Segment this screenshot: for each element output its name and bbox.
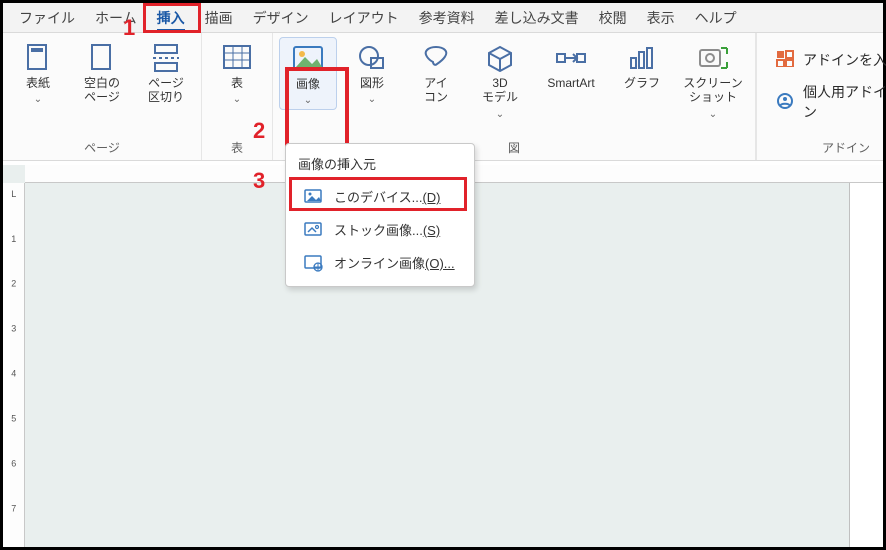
- pictures-icon: [291, 44, 325, 74]
- my-addins-label: 個人用アドイン: [803, 82, 886, 122]
- group-addins: アドインを入手 個人用アドイン ⌄ アドイン: [756, 33, 886, 160]
- cover-page-button[interactable]: 表紙 ⌄: [9, 37, 67, 108]
- tab-home[interactable]: ホーム: [85, 2, 147, 32]
- chevron-down-icon: ⌄: [304, 95, 312, 107]
- tab-mailings[interactable]: 差し込み文書: [485, 2, 589, 32]
- table-label: 表: [231, 76, 243, 90]
- group-illustrations: 画像 ⌄ 図形 ⌄ アイ コン 3D モデル: [273, 33, 756, 160]
- chart-icon: [625, 43, 659, 73]
- 3dmodel-label: 3D モデル: [482, 76, 518, 105]
- chart-label: グラフ: [624, 76, 660, 90]
- shapes-icon: [355, 43, 389, 73]
- page-break-button[interactable]: ページ 区切り: [137, 37, 195, 107]
- page-break-label: ページ 区切り: [148, 76, 184, 105]
- page-break-icon: [149, 43, 183, 73]
- smartart-button[interactable]: SmartArt: [535, 37, 607, 92]
- chevron-down-icon: ⌄: [496, 109, 504, 121]
- group-tables: 表 ⌄ 表: [202, 33, 273, 160]
- document-page[interactable]: [849, 183, 883, 547]
- online-image-icon: [304, 254, 324, 272]
- store-icon: [775, 49, 795, 70]
- icons-label: アイ コン: [424, 76, 448, 105]
- pictures-label: 画像: [296, 77, 320, 91]
- group-pages-label: ページ: [84, 137, 120, 158]
- blank-page-button[interactable]: 空白の ページ: [73, 37, 131, 107]
- insert-online-image-label: オンライン画像(O)...: [334, 253, 455, 272]
- icons-button[interactable]: アイ コン: [407, 37, 465, 107]
- tab-help[interactable]: ヘルプ: [685, 2, 747, 32]
- chevron-down-icon: ⌄: [233, 94, 241, 106]
- icons-icon: [419, 43, 453, 73]
- get-addins-label: アドインを入手: [803, 50, 886, 70]
- ribbon: 表紙 ⌄ 空白の ページ ページ 区切り ページ: [3, 33, 883, 161]
- personal-addin-icon: [775, 92, 795, 113]
- table-button[interactable]: 表 ⌄: [208, 37, 266, 108]
- tab-layout[interactable]: レイアウト: [319, 2, 409, 32]
- blank-page-label: 空白の ページ: [84, 76, 120, 105]
- shapes-label: 図形: [360, 76, 384, 90]
- tab-file[interactable]: ファイル: [9, 2, 85, 32]
- group-addins-label: アドイン: [822, 137, 870, 158]
- table-icon: [220, 43, 254, 73]
- get-addins-button[interactable]: アドインを入手: [771, 43, 886, 76]
- tab-design[interactable]: デザイン: [243, 2, 319, 32]
- chevron-down-icon: ⌄: [368, 94, 376, 106]
- group-pages: 表紙 ⌄ 空白の ページ ページ 区切り ページ: [3, 33, 202, 160]
- shapes-button[interactable]: 図形 ⌄: [343, 37, 401, 108]
- pictures-button[interactable]: 画像 ⌄: [279, 37, 337, 110]
- screenshot-label: スクリーン ショット: [683, 76, 742, 105]
- blank-page-icon: [85, 43, 119, 73]
- tab-view[interactable]: 表示: [637, 2, 685, 32]
- screenshot-button[interactable]: スクリーン ショット ⌄: [677, 37, 749, 123]
- insert-from-device[interactable]: このデバイス...(D): [292, 181, 468, 212]
- tab-strip: ファイル ホーム 挿入 描画 デザイン レイアウト 参考資料 差し込み文書 校閲…: [3, 3, 883, 33]
- cover-page-label: 表紙: [26, 76, 50, 90]
- chevron-down-icon: ⌄: [709, 109, 717, 121]
- chart-button[interactable]: グラフ: [613, 37, 671, 92]
- insert-stock-image[interactable]: ストック画像...(S): [292, 214, 468, 245]
- cover-page-icon: [21, 43, 55, 73]
- insert-stock-image-label: ストック画像...(S): [334, 220, 440, 239]
- my-addins-button[interactable]: 個人用アドイン ⌄: [771, 76, 886, 128]
- smartart-icon: [554, 43, 588, 73]
- tab-review[interactable]: 校閲: [589, 2, 637, 32]
- tab-insert[interactable]: 挿入: [147, 2, 195, 32]
- pictures-dropdown-header: 画像の挿入元: [286, 148, 474, 179]
- stock-image-icon: [304, 221, 324, 239]
- group-illustrations-label: 図: [508, 137, 520, 158]
- chevron-down-icon: ⌄: [34, 94, 42, 106]
- group-tables-label: 表: [231, 137, 243, 158]
- tab-draw[interactable]: 描画: [195, 2, 243, 32]
- tab-references[interactable]: 参考資料: [409, 2, 485, 32]
- insert-online-image[interactable]: オンライン画像(O)...: [292, 247, 468, 278]
- pictures-dropdown: 画像の挿入元 このデバイス...(D) ストック画像...(S) オンライン画像…: [285, 143, 475, 287]
- 3dmodel-button[interactable]: 3D モデル ⌄: [471, 37, 529, 123]
- screenshot-icon: [696, 43, 730, 73]
- smartart-label: SmartArt: [547, 76, 594, 90]
- cube-icon: [483, 43, 517, 73]
- device-picture-icon: [304, 188, 324, 206]
- ruler-vertical[interactable]: L 1 2 3 4 5 6 7 8 9 10: [3, 183, 25, 547]
- insert-from-device-label: このデバイス...(D): [334, 187, 441, 206]
